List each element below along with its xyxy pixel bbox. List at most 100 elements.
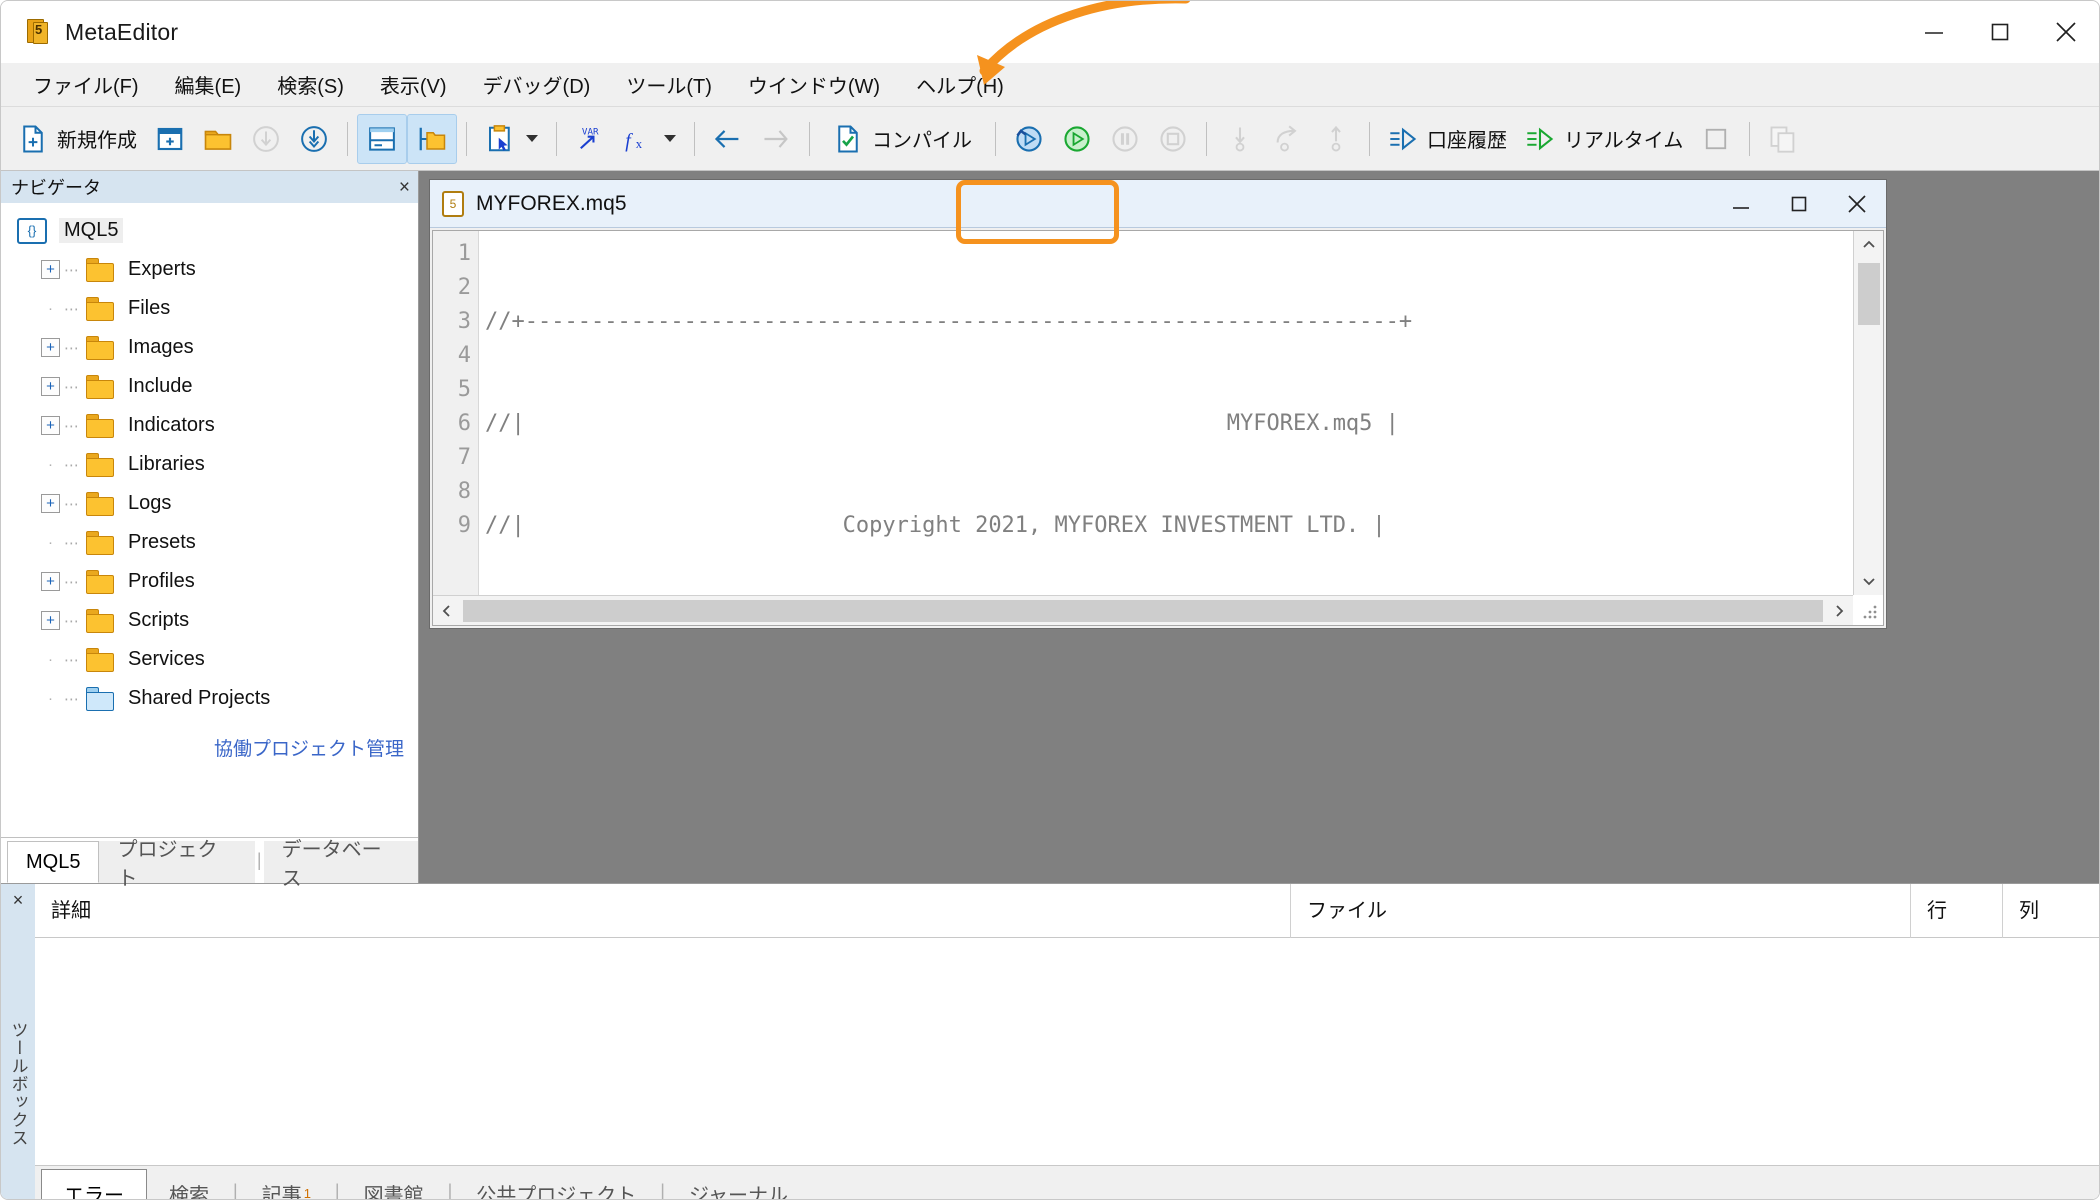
expand-icon[interactable]: + bbox=[41, 611, 60, 630]
realtime-button[interactable]: リアルタイム bbox=[1516, 114, 1692, 164]
tree-item-include[interactable]: + ⋯ Include bbox=[1, 367, 418, 406]
insert-variable-button[interactable]: VAR bbox=[566, 114, 614, 164]
menu-edit[interactable]: 編集(E) bbox=[157, 66, 260, 103]
toolbox-tab-journal[interactable]: ジャーナル bbox=[667, 1169, 810, 1200]
folder-icon bbox=[86, 296, 116, 321]
column-header-file[interactable]: ファイル bbox=[1290, 883, 1910, 938]
save-down-arrow-icon bbox=[253, 125, 279, 152]
realtime-toggle-checkbox[interactable] bbox=[1692, 114, 1740, 164]
new-file-button[interactable]: 新規作成 bbox=[9, 114, 146, 164]
tree-item-shared-projects[interactable]: · ⋯ Shared Projects bbox=[1, 679, 418, 718]
maximize-icon[interactable] bbox=[1967, 1, 2033, 63]
menu-search[interactable]: 検索(S) bbox=[259, 66, 362, 103]
scroll-up-icon[interactable] bbox=[1854, 231, 1883, 259]
menu-help[interactable]: ヘルプ(H) bbox=[898, 66, 1022, 103]
tree-item-experts[interactable]: + ⋯ Experts bbox=[1, 250, 418, 289]
compile-check-document-icon bbox=[838, 125, 858, 152]
scroll-down-icon[interactable] bbox=[1854, 567, 1883, 595]
tree-item-presets[interactable]: · ⋯ Presets bbox=[1, 523, 418, 562]
tree-item-files[interactable]: · ⋯ Files bbox=[1, 289, 418, 328]
close-icon[interactable] bbox=[2033, 1, 2099, 63]
shared-projects-link[interactable]: 協働プロジェクト管理 bbox=[1, 718, 418, 761]
tree-item-services[interactable]: · ⋯ Services bbox=[1, 640, 418, 679]
toolbox-tab-public-projects[interactable]: 公共プロジェクト bbox=[454, 1169, 658, 1200]
compile-button[interactable]: コンパイル bbox=[819, 114, 986, 164]
account-history-button[interactable]: 口座履歴 bbox=[1379, 114, 1516, 164]
nav-tab-projects[interactable]: プロジェクト bbox=[99, 839, 255, 890]
nav-tab-database[interactable]: データベース bbox=[263, 839, 418, 890]
editor-close-icon[interactable] bbox=[1828, 180, 1886, 228]
chevron-down-icon[interactable] bbox=[526, 135, 538, 142]
navigate-back-button[interactable] bbox=[704, 114, 752, 164]
line-number: 4 bbox=[457, 343, 471, 368]
scrollbar-thumb[interactable] bbox=[1858, 263, 1880, 325]
column-header-column[interactable]: 列 bbox=[2002, 883, 2099, 938]
title-bar: 5 MetaEditor bbox=[1, 1, 2099, 63]
editor-maximize-icon[interactable] bbox=[1770, 180, 1828, 228]
column-header-details[interactable]: 詳細 bbox=[35, 884, 1290, 938]
chevron-down-icon[interactable] bbox=[664, 135, 676, 142]
mdi-area: 5 MYFOREX.mq5 1 2 3 4 5 6 7 8 9 //+-----… bbox=[419, 171, 2099, 883]
expand-icon[interactable]: + bbox=[41, 416, 60, 435]
toolbox-column-headers: 詳細 ファイル 行 列 bbox=[35, 883, 2099, 938]
menu-view[interactable]: 表示(V) bbox=[362, 66, 465, 103]
expand-icon[interactable]: + bbox=[41, 494, 60, 513]
insert-function-button[interactable]: f x bbox=[614, 114, 685, 164]
column-header-line[interactable]: 行 bbox=[1910, 883, 2002, 938]
tree-item-label: Files bbox=[128, 297, 171, 319]
navigator-panel-icon bbox=[419, 127, 446, 150]
nav-tab-mql5[interactable]: MQL5 bbox=[7, 841, 100, 883]
tree-item-label: Indicators bbox=[128, 414, 215, 436]
toolbox-close-icon[interactable]: × bbox=[13, 890, 24, 911]
expand-icon[interactable]: + bbox=[41, 572, 60, 591]
open-folder-button[interactable] bbox=[194, 114, 242, 164]
minimize-icon[interactable] bbox=[1901, 1, 1967, 63]
code-text-area[interactable]: //+-------------------------------------… bbox=[479, 231, 1883, 625]
toolbox-tab-articles[interactable]: 記事 1 bbox=[240, 1169, 333, 1200]
clipboard-dropdown-button[interactable] bbox=[476, 114, 547, 164]
expand-icon[interactable]: + bbox=[41, 377, 60, 396]
toolbox-content-list[interactable] bbox=[35, 938, 2099, 1165]
tree-item-label: Presets bbox=[128, 531, 196, 553]
line-number: 7 bbox=[457, 445, 471, 470]
tree-item-libraries[interactable]: · ⋯ Libraries bbox=[1, 445, 418, 484]
toolbox-tab-errors[interactable]: エラー bbox=[41, 1169, 147, 1199]
scrollbar-thumb[interactable] bbox=[463, 599, 1823, 622]
expand-icon[interactable]: + bbox=[41, 338, 60, 357]
editor-vertical-scrollbar[interactable] bbox=[1853, 231, 1883, 595]
folder-icon bbox=[204, 130, 232, 150]
tree-item-indicators[interactable]: + ⋯ Indicators bbox=[1, 406, 418, 445]
navigator-close-icon[interactable]: × bbox=[399, 178, 410, 197]
tree-item-profiles[interactable]: + ⋯ Profiles bbox=[1, 562, 418, 601]
menu-window[interactable]: ウインドウ(W) bbox=[730, 66, 898, 103]
account-history-label: 口座履歴 bbox=[1427, 130, 1507, 152]
code-editor[interactable]: 1 2 3 4 5 6 7 8 9 //+-------------------… bbox=[432, 230, 1884, 626]
tree-root-mql5[interactable]: {} MQL5 bbox=[1, 211, 418, 250]
toggle-toolbox-button[interactable] bbox=[357, 113, 407, 164]
editor-minimize-icon[interactable] bbox=[1712, 180, 1770, 228]
line-number: 6 bbox=[457, 411, 471, 436]
new-project-button[interactable] bbox=[146, 114, 194, 164]
save-all-button[interactable] bbox=[290, 114, 338, 164]
tree-item-scripts[interactable]: + ⋯ Scripts bbox=[1, 601, 418, 640]
arrow-right-icon bbox=[764, 129, 788, 148]
toolbox-tab-search[interactable]: 検索 bbox=[147, 1169, 231, 1200]
menu-tools[interactable]: ツール(T) bbox=[608, 66, 730, 103]
editor-resize-grip[interactable] bbox=[1859, 601, 1881, 623]
debug-start-button[interactable] bbox=[1053, 114, 1101, 164]
debug-restart-button[interactable] bbox=[1005, 114, 1053, 164]
menu-file[interactable]: ファイル(F) bbox=[15, 66, 157, 103]
toolbox-tab-library[interactable]: 図書館 bbox=[342, 1169, 446, 1200]
tree-item-images[interactable]: + ⋯ Images bbox=[1, 328, 418, 367]
tree-item-label: Profiles bbox=[128, 570, 195, 592]
menu-debug[interactable]: デバッグ(D) bbox=[465, 66, 609, 103]
tree-item-logs[interactable]: + ⋯ Logs bbox=[1, 484, 418, 523]
var-arrow-icon: VAR bbox=[580, 126, 599, 149]
scroll-right-icon[interactable] bbox=[1825, 597, 1853, 625]
scroll-left-icon[interactable] bbox=[433, 597, 461, 625]
toolbar-separator bbox=[694, 121, 695, 156]
expand-icon[interactable]: + bbox=[41, 260, 60, 279]
tree-item-label: Scripts bbox=[128, 609, 190, 631]
toggle-navigator-button[interactable] bbox=[407, 113, 457, 164]
editor-horizontal-scrollbar[interactable] bbox=[433, 595, 1853, 625]
